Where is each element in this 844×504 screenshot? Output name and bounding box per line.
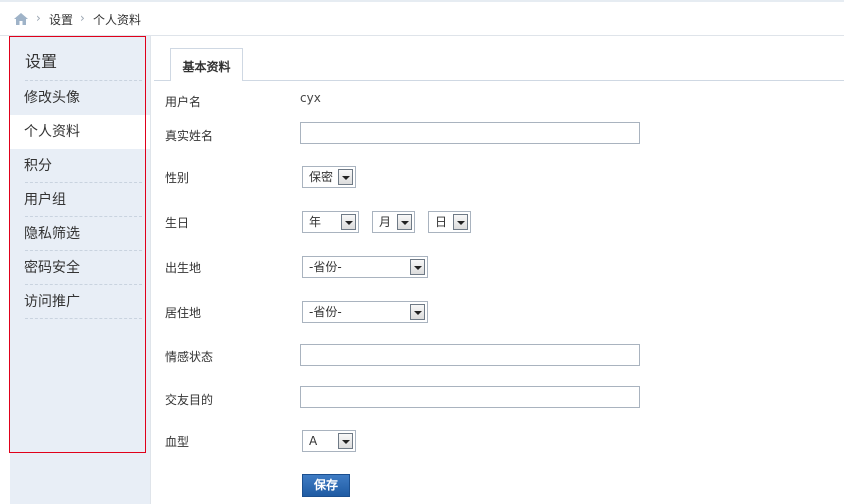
bloodtype-value: A [309, 434, 318, 448]
birth-day-value: 日 [435, 215, 448, 229]
tab-bar [154, 80, 844, 81]
chevron-down-icon [453, 214, 468, 230]
chevron-down-icon [410, 304, 425, 320]
breadcrumb-item-profile: 个人资料 [93, 13, 142, 27]
birthplace-province-select[interactable]: -省份- [302, 256, 428, 278]
bloodtype-label: 血型 [165, 435, 190, 449]
birth-year-select[interactable]: 年 [302, 211, 359, 233]
birth-month-value: 月 [379, 215, 392, 229]
sidebar-item-profile[interactable]: 个人资料 [10, 115, 150, 149]
birthday-label: 生日 [165, 216, 190, 230]
birthplace-label: 出生地 [165, 261, 202, 275]
home-icon[interactable] [14, 13, 28, 25]
birth-day-select[interactable]: 日 [428, 211, 471, 233]
sidebar: 设置 修改头像 个人资料 积分 用户组 隐私筛选 密码安全 访问推广 [10, 36, 150, 504]
sidebar-item-points[interactable]: 积分 [10, 149, 150, 183]
relationship-input[interactable] [300, 344, 640, 366]
realname-input[interactable] [300, 122, 640, 144]
residence-label: 居住地 [165, 306, 202, 320]
chevron-down-icon [410, 259, 425, 275]
chevron-down-icon [341, 214, 356, 230]
chevron-down-icon [338, 433, 353, 449]
chevron-down-icon [397, 214, 412, 230]
residence-province-select[interactable]: -省份- [302, 301, 428, 323]
birth-year-value: 年 [309, 215, 322, 229]
breadcrumb: › 设置 › 个人资料 [0, 2, 844, 36]
sidebar-item-usergroup[interactable]: 用户组 [10, 183, 150, 217]
realname-label: 真实姓名 [165, 129, 214, 143]
sidebar-item-promotion[interactable]: 访问推广 [10, 285, 150, 319]
residence-value: -省份- [309, 305, 342, 319]
username-value: cyx [300, 91, 321, 105]
chevron-down-icon [338, 169, 353, 185]
username-label: 用户名 [165, 95, 202, 109]
gender-select[interactable]: 保密 [302, 166, 356, 188]
sidebar-item-avatar[interactable]: 修改头像 [10, 81, 150, 115]
sidebar-title: 设置 [25, 52, 58, 71]
content-divider [150, 36, 151, 504]
purpose-label: 交友目的 [165, 393, 214, 407]
breadcrumb-separator: › [36, 11, 41, 25]
tab-basic-info[interactable]: 基本资料 [170, 48, 243, 81]
purpose-input[interactable] [300, 386, 640, 408]
birth-month-select[interactable]: 月 [372, 211, 415, 233]
sidebar-item-password[interactable]: 密码安全 [10, 251, 150, 285]
gender-select-value: 保密 [309, 170, 334, 184]
relationship-label: 情感状态 [165, 350, 214, 364]
sidebar-divider [25, 318, 142, 319]
breadcrumb-item-settings[interactable]: 设置 [49, 11, 73, 28]
save-button[interactable]: 保存 [302, 474, 350, 497]
birthplace-value: -省份- [309, 260, 342, 274]
breadcrumb-separator: › [80, 11, 85, 25]
gender-label: 性别 [165, 171, 190, 185]
sidebar-item-privacy[interactable]: 隐私筛选 [10, 217, 150, 251]
bloodtype-select[interactable]: A [302, 430, 356, 452]
